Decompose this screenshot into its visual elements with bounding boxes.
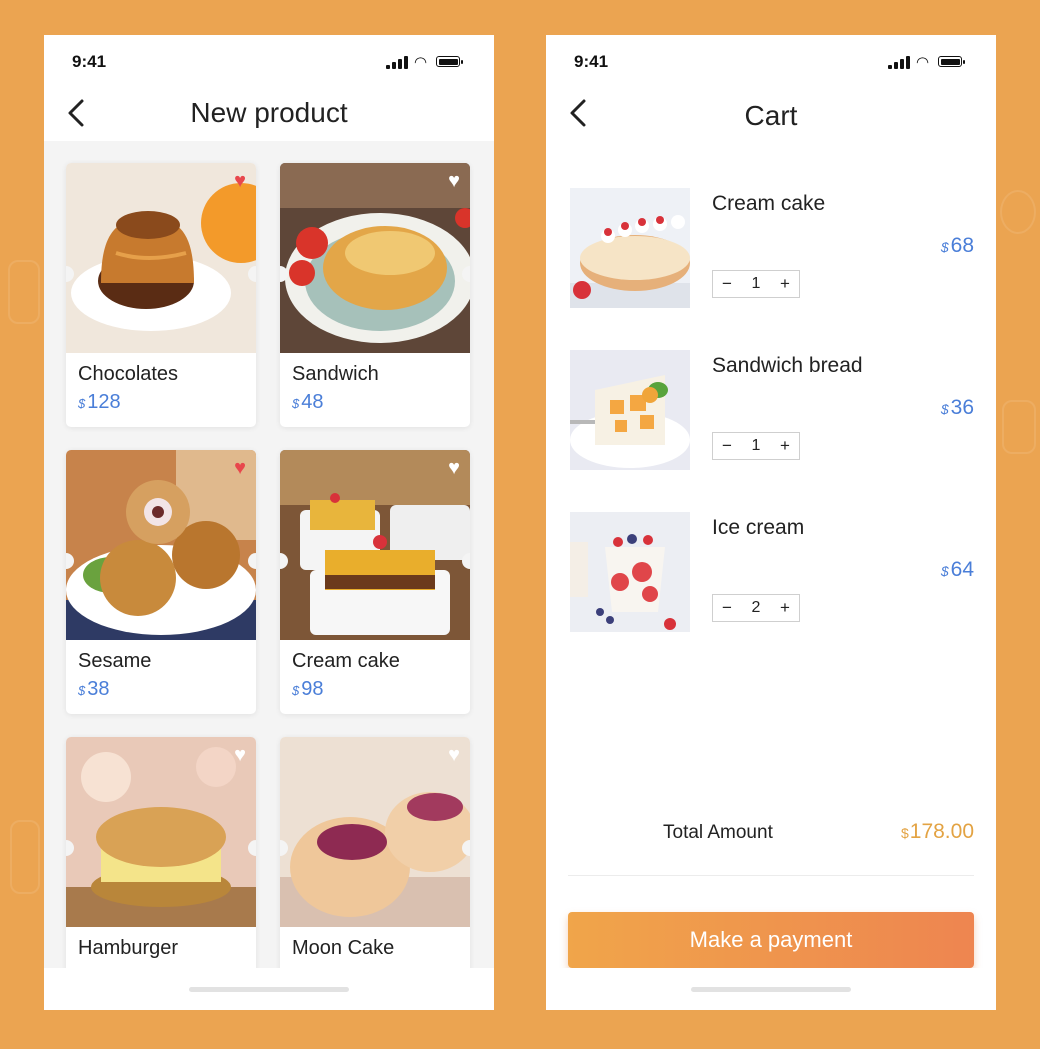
item-name: Ice cream xyxy=(712,516,805,539)
background-doodle xyxy=(10,820,40,894)
product-price: $48 xyxy=(292,391,324,413)
top-nav: New product xyxy=(44,85,494,141)
heart-icon[interactable]: ♥ xyxy=(448,745,460,765)
product-name: Sesame xyxy=(78,650,152,672)
product-card[interactable]: ♥ Moon Cake $ xyxy=(280,737,470,969)
increase-quantity-button[interactable]: + xyxy=(771,271,799,297)
product-price: $98 xyxy=(292,678,324,700)
item-price: $68 xyxy=(940,234,974,257)
quantity-value: 2 xyxy=(751,599,761,616)
divider xyxy=(568,875,974,876)
quantity-value: 1 xyxy=(751,275,761,292)
battery-icon xyxy=(436,56,463,67)
battery-icon xyxy=(938,56,965,67)
quantity-value: 1 xyxy=(751,437,761,454)
item-name: Sandwich bread xyxy=(712,354,863,377)
status-time: 9:41 xyxy=(72,52,107,71)
product-grid: ♥ Chocolates $128 ♥ Sandwich $48 ♥ Sesam… xyxy=(44,141,494,969)
increase-quantity-button[interactable]: + xyxy=(771,433,799,459)
background-doodle xyxy=(1000,190,1036,234)
background-doodle xyxy=(1002,400,1036,454)
product-price: $38 xyxy=(78,678,110,700)
product-price: $128 xyxy=(78,391,121,413)
item-image[interactable] xyxy=(570,512,690,632)
product-image xyxy=(280,450,470,640)
item-price: $64 xyxy=(940,558,974,581)
item-image[interactable] xyxy=(570,188,690,308)
item-image[interactable] xyxy=(570,350,690,470)
bottom-bar xyxy=(44,968,494,1010)
quantity-stepper: − 1 + xyxy=(712,270,800,298)
product-name: Chocolates xyxy=(78,363,179,385)
status-time: 9:41 xyxy=(574,52,609,71)
product-image xyxy=(280,737,470,927)
signal-icon xyxy=(888,56,910,69)
decrease-quantity-button[interactable]: − xyxy=(713,595,741,621)
decrease-quantity-button[interactable]: − xyxy=(713,271,741,297)
page-title: New product xyxy=(190,97,348,128)
total-amount-label: Total Amount xyxy=(663,822,773,843)
heart-icon[interactable]: ♥ xyxy=(234,171,246,191)
background-doodle xyxy=(8,260,40,324)
home-indicator[interactable] xyxy=(189,987,349,992)
product-card[interactable]: ♥ Sandwich $48 xyxy=(280,163,470,427)
home-indicator[interactable] xyxy=(691,987,851,992)
make-payment-button[interactable]: Make a payment xyxy=(568,912,974,968)
status-bar: 9:41 ◠ xyxy=(44,35,494,85)
bottom-bar xyxy=(546,968,996,1010)
total-amount-value: $178.00 xyxy=(900,820,974,843)
increase-quantity-button[interactable]: + xyxy=(771,595,799,621)
product-card[interactable]: ♥ Hamburger $ xyxy=(66,737,256,969)
heart-icon[interactable]: ♥ xyxy=(234,458,246,478)
page-title: Cart xyxy=(744,100,798,131)
product-image xyxy=(66,450,256,640)
cart-item: Cream cake $68 − 1 + xyxy=(546,188,996,310)
quantity-stepper: − 1 + xyxy=(712,432,800,460)
new-product-screen: 9:41 ◠ New product ♥ Chocolates $ 128 ♥ … xyxy=(44,35,494,1010)
wifi-icon: ◠ xyxy=(414,54,428,71)
product-image xyxy=(66,737,256,927)
cart-item: Sandwich bread $36 − 1 + xyxy=(546,350,996,472)
product-image xyxy=(280,163,470,353)
product-image xyxy=(66,163,256,353)
status-bar: 9:41 ◠ xyxy=(546,35,996,85)
product-name: Sandwich xyxy=(292,363,379,385)
heart-icon[interactable]: ♥ xyxy=(448,458,460,478)
top-nav: Cart xyxy=(546,85,996,141)
product-name: Hamburger xyxy=(78,937,179,959)
product-name: Moon Cake xyxy=(292,937,395,959)
product-card[interactable]: ♥ Sesame $38 xyxy=(66,450,256,714)
item-price: $36 xyxy=(940,396,974,419)
product-card[interactable]: ♥ Chocolates $128 xyxy=(66,163,256,427)
heart-icon[interactable]: ♥ xyxy=(234,745,246,765)
item-name: Cream cake xyxy=(712,192,826,215)
signal-icon xyxy=(386,56,408,69)
cart-item: Ice cream $64 − 2 + xyxy=(546,512,996,634)
heart-icon[interactable]: ♥ xyxy=(448,171,460,191)
wifi-icon: ◠ xyxy=(916,54,930,71)
product-name: Cream cake xyxy=(292,650,400,672)
decrease-quantity-button[interactable]: − xyxy=(713,433,741,459)
product-card[interactable]: ♥ Cream cake $98 xyxy=(280,450,470,714)
cart-screen: 9:41 ◠ Cart Cream cake $68 − 1 + Sandwic… xyxy=(546,35,996,1010)
quantity-stepper: − 2 + xyxy=(712,594,800,622)
